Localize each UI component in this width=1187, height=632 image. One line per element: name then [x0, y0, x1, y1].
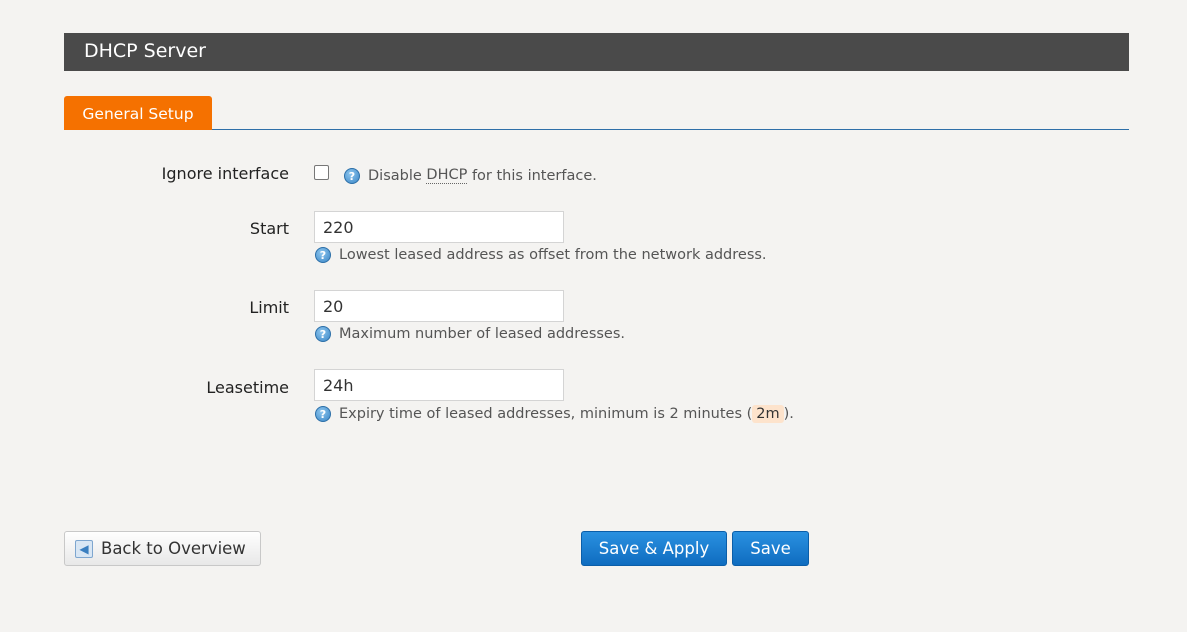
start-label: Start	[249, 219, 289, 238]
help-text: Lowest leased address as offset from the…	[339, 247, 767, 263]
save-button[interactable]: Save	[732, 531, 809, 566]
info-icon: ?	[315, 247, 331, 263]
limit-input[interactable]	[314, 290, 564, 322]
help-text: Disable	[368, 167, 427, 184]
start-input[interactable]	[314, 211, 564, 243]
info-icon: ?	[315, 406, 331, 422]
start-help: ? Lowest leased address as offset from t…	[315, 247, 767, 263]
dhcp-abbr: DHCP	[426, 167, 468, 184]
help-text: Expiry time of leased addresses, minimum…	[339, 406, 753, 422]
leasetime-help: ? Expiry time of leased addresses, minim…	[315, 405, 794, 423]
back-to-overview-button[interactable]: ◀ Back to Overview	[64, 531, 261, 566]
help-text: for this interface.	[467, 167, 597, 184]
back-arrow-icon: ◀	[75, 539, 93, 558]
section-title: DHCP Server	[64, 33, 1129, 71]
info-icon: ?	[315, 326, 331, 342]
ignore-interface-label: Ignore interface	[161, 164, 289, 183]
info-icon: ?	[344, 167, 360, 184]
back-button-label: Back to Overview	[101, 539, 246, 558]
help-text: ).	[783, 406, 794, 422]
help-text: Maximum number of leased addresses.	[339, 326, 626, 342]
limit-help: ? Maximum number of leased addresses.	[315, 326, 625, 342]
save-apply-button[interactable]: Save & Apply	[581, 531, 727, 566]
code-2m: 2m	[752, 405, 784, 423]
ignore-interface-help: ? Disable DHCP for this interface.	[344, 167, 597, 184]
limit-label: Limit	[249, 298, 289, 317]
leasetime-label: Leasetime	[206, 378, 289, 397]
tab-bar: General Setup	[64, 96, 1129, 130]
tab-general-setup[interactable]: General Setup	[64, 96, 212, 130]
ignore-interface-checkbox[interactable]	[314, 165, 329, 180]
leasetime-input[interactable]	[314, 369, 564, 401]
